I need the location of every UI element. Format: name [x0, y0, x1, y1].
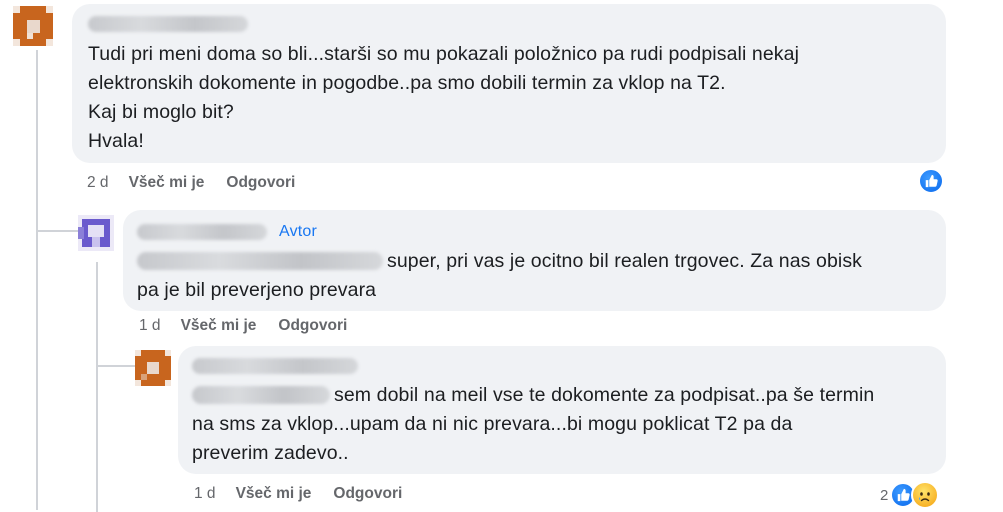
reply-button[interactable]: Odgovori: [333, 485, 402, 503]
comment-timestamp[interactable]: 1 d: [139, 317, 161, 335]
reaction-count: 2: [880, 486, 889, 504]
avatar[interactable]: [78, 215, 114, 251]
comment-text: super, pri vas je ocitno bil realen trgo…: [137, 250, 863, 301]
sad-face-icon: [911, 481, 940, 509]
comment-bubble: Avtor super, pri vas je ocitno bil reale…: [123, 210, 946, 311]
author-badge: Avtor: [279, 223, 318, 240]
mention-link[interactable]: [137, 252, 383, 270]
comment-timestamp[interactable]: 1 d: [194, 485, 216, 503]
like-icon: [918, 168, 944, 194]
like-button[interactable]: Všeč mi je: [236, 485, 312, 503]
comment-author-name[interactable]: [137, 224, 267, 240]
comment-actions: 1 d Všeč mi je Odgovori: [194, 485, 402, 503]
comment-actions: 2 d Všeč mi je Odgovori: [87, 174, 295, 192]
comment-author-name[interactable]: [88, 16, 248, 32]
comment-actions: 1 d Všeč mi je Odgovori: [139, 317, 347, 335]
reply-button[interactable]: Odgovori: [278, 317, 347, 335]
avatar[interactable]: [13, 6, 53, 46]
thread-connector: [96, 365, 136, 367]
comment-bubble: Tudi pri meni doma so bli...starši so mu…: [72, 4, 946, 163]
thread-line: [36, 50, 38, 510]
reply-button[interactable]: Odgovori: [226, 174, 295, 192]
comment-timestamp[interactable]: 2 d: [87, 174, 109, 192]
reaction-summary[interactable]: 2: [880, 481, 940, 509]
comment-author-name[interactable]: [192, 358, 358, 374]
like-button[interactable]: Všeč mi je: [129, 174, 205, 192]
comment-text: sem dobil na meil vse te dokomente za po…: [192, 384, 875, 464]
comment-text: Tudi pri meni doma so bli...starši so mu…: [88, 43, 800, 152]
avatar[interactable]: [135, 350, 171, 386]
reaction-summary[interactable]: [918, 168, 944, 194]
mention-link[interactable]: [192, 386, 330, 404]
thread-line: [96, 262, 98, 512]
like-button[interactable]: Všeč mi je: [181, 317, 257, 335]
thread-connector: [36, 230, 80, 232]
comment-bubble: sem dobil na meil vse te dokomente za po…: [178, 346, 946, 474]
